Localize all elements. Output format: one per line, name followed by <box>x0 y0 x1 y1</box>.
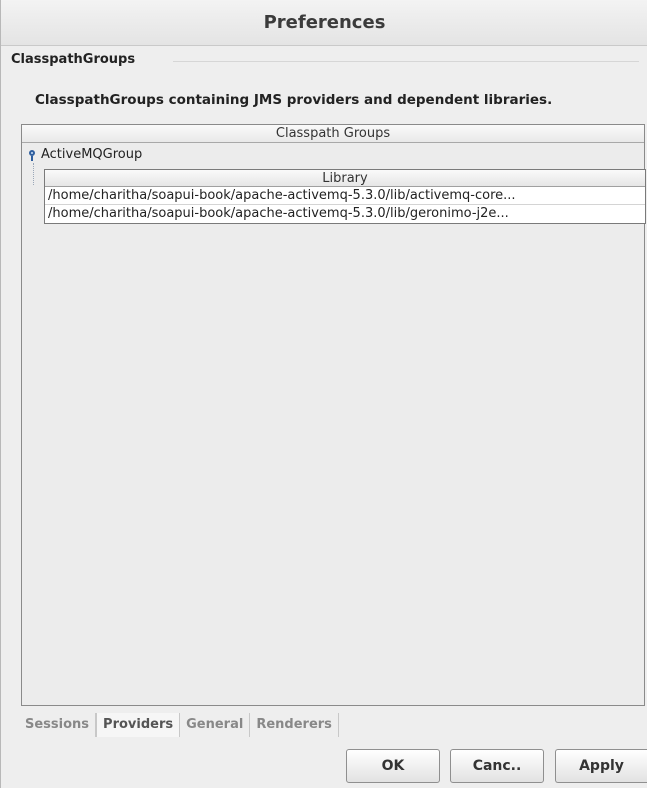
tree-header[interactable]: Classpath Groups <box>22 125 644 143</box>
tab-general[interactable]: General <box>180 713 251 737</box>
tab-sessions[interactable]: Sessions <box>19 713 97 737</box>
library-table: Library /home/charitha/soapui-book/apach… <box>44 169 646 224</box>
title-bar: Preferences <box>1 0 647 46</box>
window-title: Preferences <box>263 12 386 33</box>
tree-node-activemqgroup[interactable]: ActiveMQGroup <box>28 147 142 162</box>
apply-button[interactable]: Apply <box>555 749 647 783</box>
tab-renderers[interactable]: Renderers <box>250 713 339 737</box>
section-description: ClasspathGroups containing JMS providers… <box>35 92 553 108</box>
library-row[interactable]: /home/charitha/soapui-book/apache-active… <box>45 205 645 223</box>
preferences-window: Preferences ClasspathGroups ClasspathGro… <box>0 0 647 788</box>
classpath-groups-tree[interactable]: Classpath Groups ActiveMQGroup Library /… <box>21 124 646 706</box>
tree-node-label: ActiveMQGroup <box>41 147 143 162</box>
dialog-buttons: OK Canc.. Apply <box>1 749 647 783</box>
preferences-tabs: Sessions Providers General Renderers <box>19 713 339 737</box>
library-column-header[interactable]: Library <box>45 170 645 187</box>
section-divider <box>173 61 639 62</box>
section-label: ClasspathGroups <box>11 52 136 67</box>
tree-node-icon[interactable] <box>28 148 36 162</box>
library-row[interactable]: /home/charitha/soapui-book/apache-active… <box>45 187 645 205</box>
cancel-button[interactable]: Canc.. <box>450 749 544 783</box>
ok-button[interactable]: OK <box>346 749 440 783</box>
tab-providers[interactable]: Providers <box>96 713 181 737</box>
